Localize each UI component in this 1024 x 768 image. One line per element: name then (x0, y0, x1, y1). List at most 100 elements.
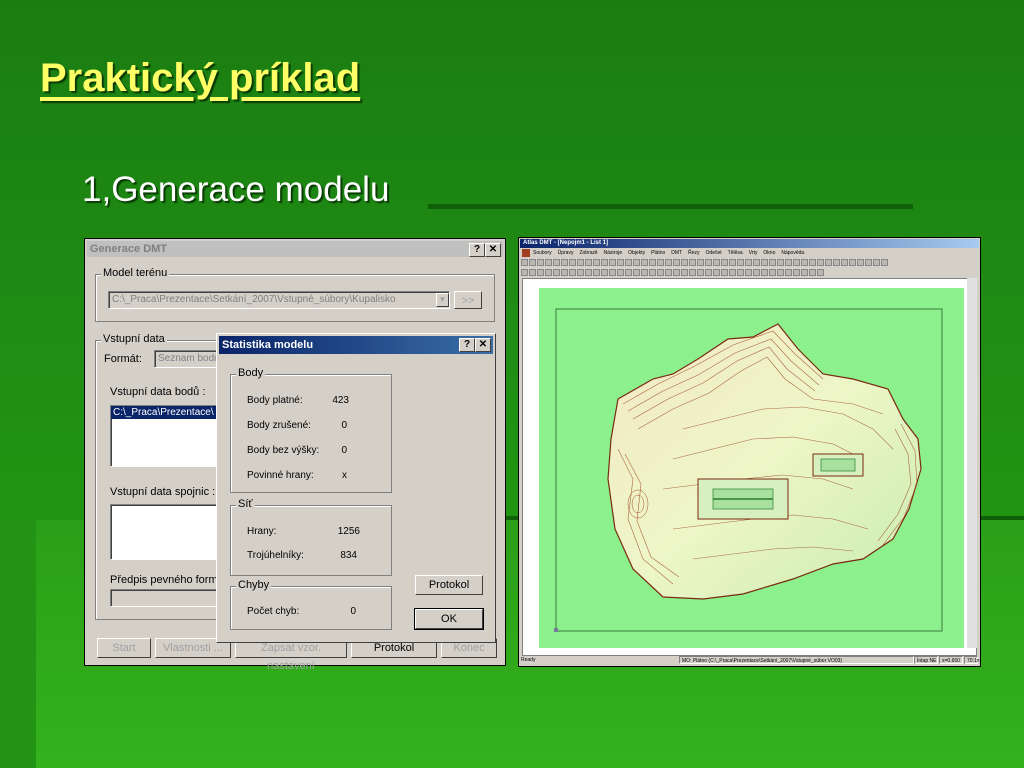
lines-list[interactable] (110, 504, 222, 560)
toolbar-icon[interactable] (545, 269, 552, 276)
toolbar-icon[interactable] (577, 259, 584, 266)
toolbar-icon[interactable] (633, 259, 640, 266)
toolbar-icon[interactable] (769, 259, 776, 266)
toolbar-icon[interactable] (785, 269, 792, 276)
toolbar-icon[interactable] (657, 259, 664, 266)
toolbar-icon[interactable] (545, 259, 552, 266)
points-list[interactable]: C:\_Praca\Prezentace\ (110, 405, 222, 467)
toolbar-icon[interactable] (705, 269, 712, 276)
toolbar-icon[interactable] (625, 259, 632, 266)
toolbar-icon[interactable] (641, 269, 648, 276)
menu-item[interactable]: Vrty (749, 250, 758, 256)
start-button[interactable]: Start (97, 638, 151, 658)
toolbar-icon[interactable] (713, 269, 720, 276)
drawing-canvas[interactable] (522, 278, 977, 656)
dialog-titlebar[interactable]: Statistika modelu ? ✕ (219, 336, 493, 354)
list-item[interactable]: C:\_Praca\Prezentace\ (111, 406, 221, 419)
toolbar-icon[interactable] (673, 259, 680, 266)
toolbar-icon[interactable] (673, 269, 680, 276)
toolbar-icon[interactable] (761, 269, 768, 276)
close-button[interactable]: ✕ (475, 338, 491, 352)
toolbar-icon[interactable] (609, 259, 616, 266)
toolbar-icon[interactable] (713, 259, 720, 266)
toolbar-icon[interactable] (801, 259, 808, 266)
toolbar-icon[interactable] (641, 259, 648, 266)
toolbar-icon[interactable] (793, 269, 800, 276)
toolbar-icon[interactable] (833, 259, 840, 266)
menu-item[interactable]: Řezy (688, 250, 699, 256)
toolbar-icon[interactable] (785, 259, 792, 266)
toolbar-icon[interactable] (753, 269, 760, 276)
toolbar-icon[interactable] (761, 259, 768, 266)
toolbar-icon[interactable] (681, 259, 688, 266)
toolbar-icon[interactable] (729, 259, 736, 266)
toolbar-icon[interactable] (585, 259, 592, 266)
toolbar-icon[interactable] (593, 269, 600, 276)
toolbar-icon[interactable] (649, 259, 656, 266)
toolbar-icon[interactable] (745, 259, 752, 266)
toolbar-icon[interactable] (721, 269, 728, 276)
toolbar-icon[interactable] (577, 269, 584, 276)
toolbar-icon[interactable] (857, 259, 864, 266)
toolbar-icon[interactable] (697, 259, 704, 266)
toolbar-icon[interactable] (537, 269, 544, 276)
menu-item[interactable]: Okno (763, 250, 775, 256)
menu-item[interactable]: Nástroje (604, 250, 623, 256)
toolbar-icon[interactable] (753, 259, 760, 266)
fixed-format-field[interactable] (110, 589, 222, 607)
window-titlebar[interactable]: Generace DMT ? ✕ (87, 241, 503, 257)
toolbar-icon[interactable] (745, 269, 752, 276)
toolbar-icon[interactable] (521, 269, 528, 276)
toolbar-icon[interactable] (585, 269, 592, 276)
toolbar-icon[interactable] (817, 269, 824, 276)
toolbar-icon[interactable] (529, 259, 536, 266)
toolbar-icon[interactable] (873, 259, 880, 266)
toolbar-icon[interactable] (569, 269, 576, 276)
toolbar-icon[interactable] (841, 259, 848, 266)
toolbar-icon[interactable] (521, 259, 528, 266)
toolbar-icon[interactable] (665, 269, 672, 276)
toolbar-icon[interactable] (617, 269, 624, 276)
toolbar-icon[interactable] (737, 269, 744, 276)
toolbar-icon[interactable] (849, 259, 856, 266)
toolbar-icon[interactable] (601, 269, 608, 276)
toolbar-icon[interactable] (633, 269, 640, 276)
menu-item[interactable]: Tělěsa (728, 250, 743, 256)
toolbar-icon[interactable] (625, 269, 632, 276)
toolbar-icon[interactable] (657, 269, 664, 276)
menu-item[interactable]: Plátno (651, 250, 665, 256)
toolbar-icon[interactable] (793, 259, 800, 266)
toolbar-icon[interactable] (665, 259, 672, 266)
toolbar-icon[interactable] (737, 259, 744, 266)
toolbar-icon[interactable] (529, 269, 536, 276)
toolbar-icon[interactable] (609, 269, 616, 276)
menu-item[interactable]: Objekty (628, 250, 645, 256)
close-button[interactable]: ✕ (485, 243, 501, 257)
help-button[interactable]: ? (459, 338, 475, 352)
toolbar-icon[interactable] (809, 259, 816, 266)
toolbar-icon[interactable] (569, 259, 576, 266)
toolbar-icon[interactable] (561, 259, 568, 266)
menu-item[interactable]: Nápověda (781, 250, 804, 256)
toolbar-icon[interactable] (601, 259, 608, 266)
toolbar-icon[interactable] (817, 259, 824, 266)
menu-item[interactable]: Úpravy (558, 250, 574, 256)
toolbar-icon[interactable] (681, 269, 688, 276)
toolbar-icon[interactable] (649, 269, 656, 276)
toolbar-icon[interactable] (729, 269, 736, 276)
toolbar-icon[interactable] (697, 269, 704, 276)
toolbar-icon[interactable] (769, 269, 776, 276)
toolbar-icon[interactable] (881, 259, 888, 266)
model-path-field[interactable]: C:\_Praca\Prezentace\Setkání_2007\Vstupn… (108, 291, 450, 309)
toolbar-icon[interactable] (593, 259, 600, 266)
protocol-button[interactable]: Protokol (415, 575, 483, 595)
toolbar-icon[interactable] (537, 259, 544, 266)
toolbar-icon[interactable] (553, 269, 560, 276)
toolbar-icon[interactable] (705, 259, 712, 266)
menu-item[interactable]: Soubory (533, 250, 552, 256)
toolbar-icon[interactable] (865, 259, 872, 266)
help-button[interactable]: ? (469, 243, 485, 257)
chevron-down-icon[interactable]: ▼ (436, 293, 449, 307)
menu-item[interactable]: Odečet (706, 250, 722, 256)
toolbar-icon[interactable] (553, 259, 560, 266)
